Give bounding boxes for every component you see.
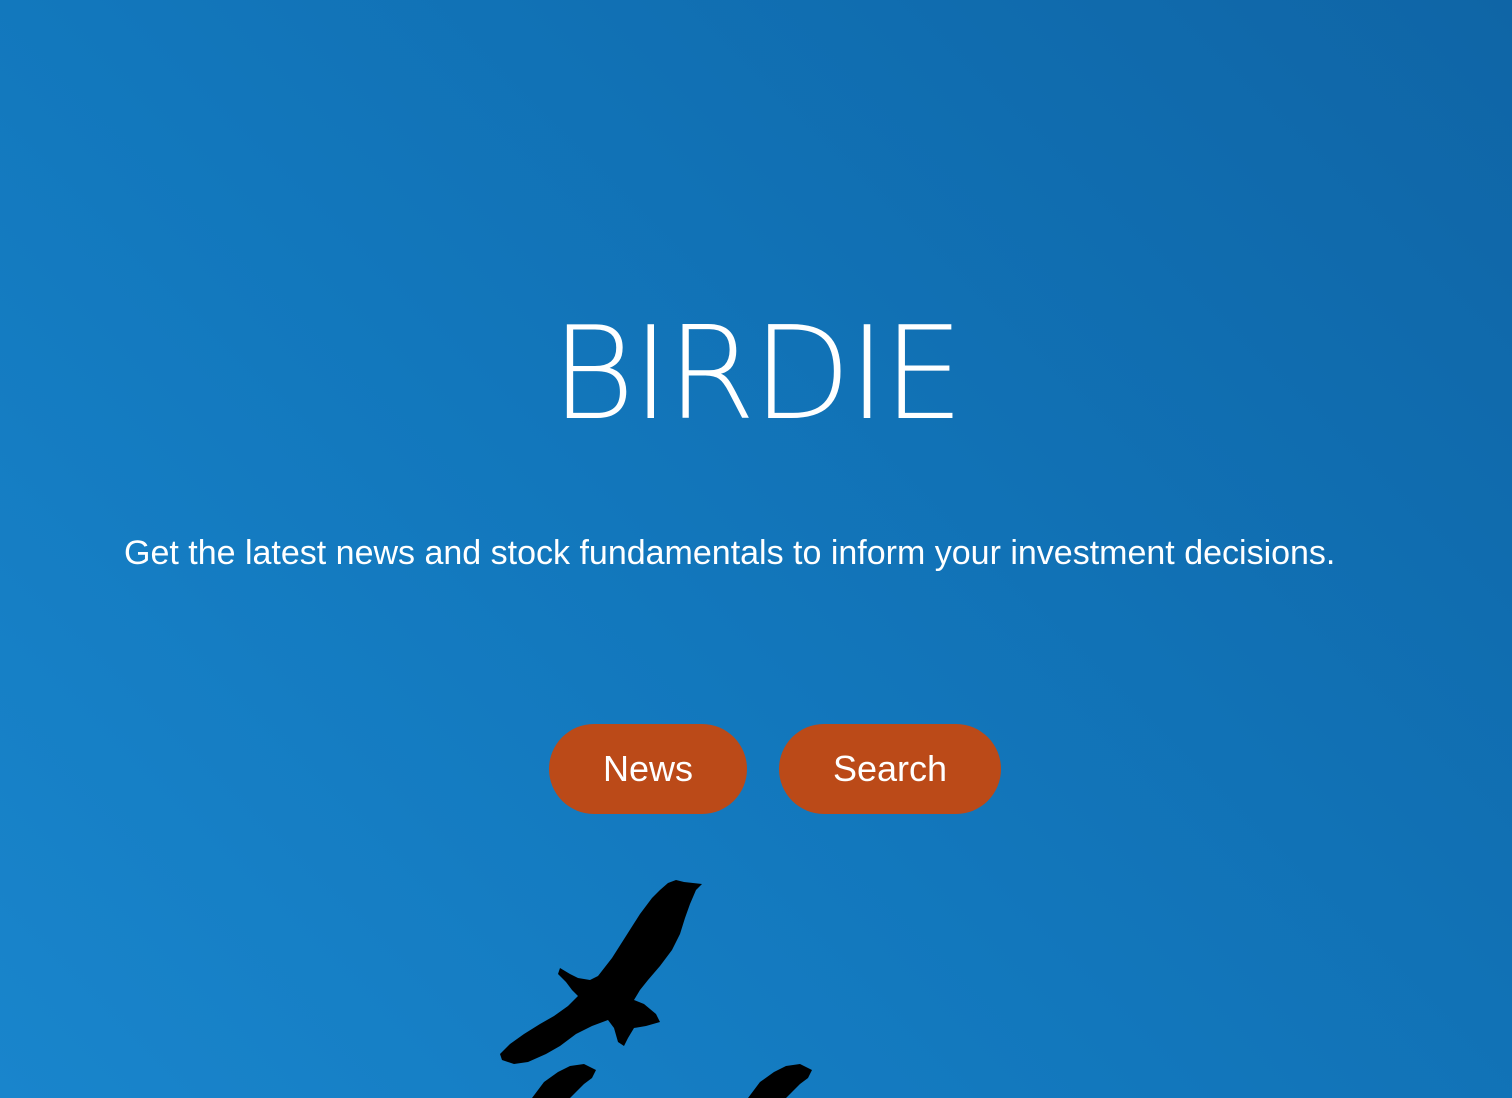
search-button[interactable]: Search [779, 724, 1001, 814]
birds-silhouette-icon [480, 870, 840, 1098]
bird-lower-right-icon [748, 1064, 812, 1098]
site-title: BIRDIE [551, 300, 964, 449]
bird-lower-left-icon [532, 1064, 596, 1098]
tagline: Get the latest news and stock fundamenta… [124, 534, 1336, 572]
hero-section: BIRDIE Get the latest news and stock fun… [0, 0, 1512, 1098]
news-button[interactable]: News [549, 724, 747, 814]
bird-main-icon [500, 880, 702, 1064]
